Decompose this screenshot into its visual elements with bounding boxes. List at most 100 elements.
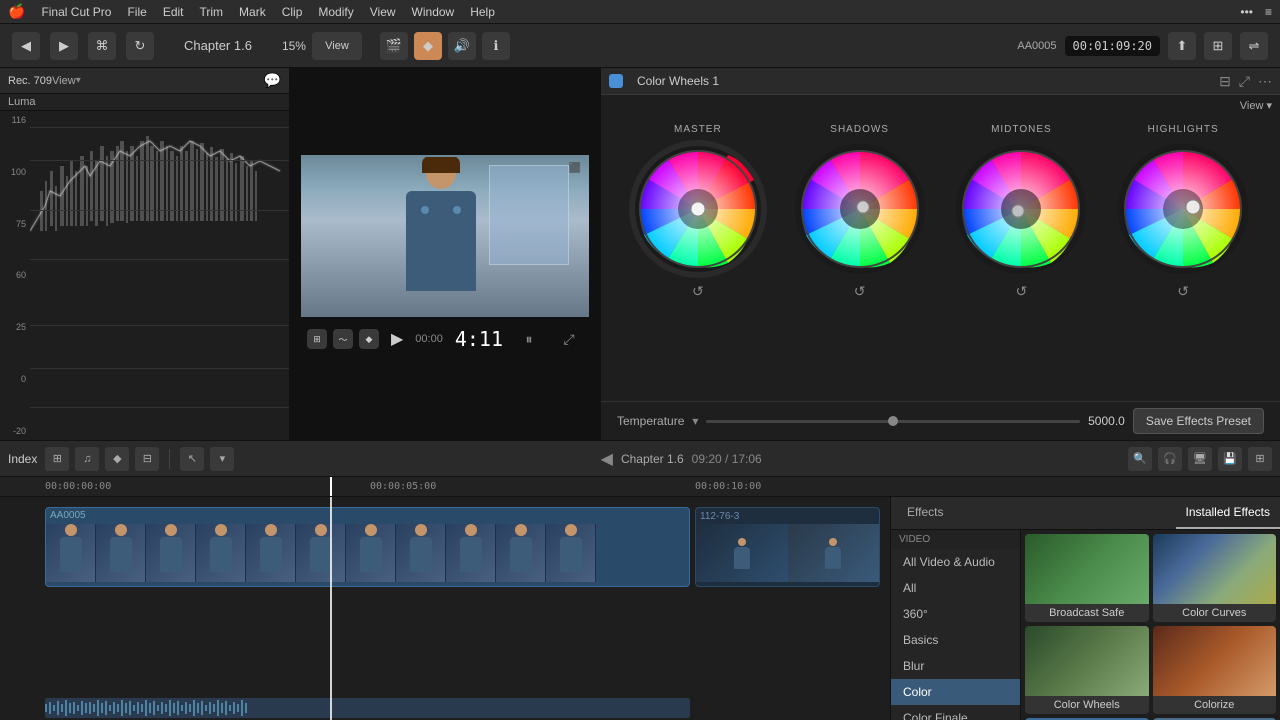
tl-monitor-btn[interactable]: 🖥 (1188, 447, 1212, 471)
sync-button[interactable]: ⇌ (1240, 32, 1268, 60)
tl-right-icons: 🔍 🎧 🖥 💾 ⊞ (1128, 447, 1272, 471)
effect-name-field[interactable] (631, 72, 1211, 90)
play-button[interactable]: ▶ (391, 329, 403, 349)
effect-color-wheels[interactable]: Color Wheels (1025, 626, 1149, 714)
menu-right-icons: ••• ≡ (1240, 5, 1272, 19)
menu-view[interactable]: View (370, 5, 396, 19)
effect-colorize[interactable]: Colorize (1153, 626, 1277, 714)
scale-val-116: 116 (4, 115, 26, 125)
clip-view-btn[interactable]: ⊞ (307, 329, 327, 349)
thumb-4 (196, 524, 246, 582)
refresh-button[interactable]: ↻ (126, 32, 154, 60)
menu-file[interactable]: File (127, 5, 146, 19)
shadows-reset-btn[interactable]: ↺ (854, 283, 866, 300)
film-icon[interactable]: 🎬 (380, 32, 408, 60)
master-color-wheel[interactable] (628, 139, 768, 279)
fullscreen-btn[interactable]: ⤢ (555, 325, 583, 353)
thumb-10 (496, 524, 546, 582)
installed-effects-tab[interactable]: Installed Effects (1176, 497, 1280, 529)
audio-icon[interactable]: 🔊 (448, 32, 476, 60)
highlights-reset-btn[interactable]: ↺ (1177, 283, 1189, 300)
preview-icons: ⬛ (569, 163, 581, 174)
panel-more-btn[interactable]: ⋯ (1258, 73, 1272, 90)
menu-finalcutpro[interactable]: Final Cut Pro (41, 5, 111, 19)
info-icon[interactable]: ℹ (482, 32, 510, 60)
menu-modify[interactable]: Modify (318, 5, 353, 19)
effect-enable-checkbox[interactable] (609, 74, 623, 88)
tl-group-btn[interactable]: ⊟ (135, 447, 159, 471)
ruler-time-1: 00:00:05:00 (370, 481, 436, 492)
tl-marker-btn[interactable]: ◆ (105, 447, 129, 471)
effects-item-allvideo[interactable]: All Video & Audio (891, 549, 1020, 575)
marker-btn[interactable]: ◆ (359, 329, 379, 349)
grid-button[interactable]: ⊞ (1204, 32, 1232, 60)
effect-broadcast-safe[interactable]: Broadcast Safe (1025, 534, 1149, 622)
menu-help[interactable]: Help (470, 5, 495, 19)
thumb-6 (296, 524, 346, 582)
effects-item-color-finale[interactable]: Color Finale (891, 705, 1020, 720)
effects-item-360[interactable]: 360° (891, 601, 1020, 627)
effect-broadcast-label: Broadcast Safe (1025, 604, 1149, 622)
scale-val-100: 100 (4, 167, 26, 177)
midtones-color-wheel[interactable] (951, 139, 1091, 279)
index-button[interactable]: Index (8, 452, 37, 466)
temperature-knob[interactable] (888, 416, 898, 426)
panel-minimize-btn[interactable]: ⊟ (1219, 73, 1231, 90)
waveform-btn[interactable]: 〜 (333, 329, 353, 349)
tl-audio-btn[interactable]: ♫ (75, 447, 99, 471)
highlights-color-wheel[interactable] (1113, 139, 1253, 279)
panel-expand-btn[interactable]: ⤢ (1239, 73, 1250, 90)
menu-dots[interactable]: ••• (1240, 5, 1253, 19)
wheels-container: MASTER (601, 116, 1280, 401)
temperature-value: 5000.0 (1088, 414, 1125, 428)
tl-clip-btn[interactable]: ⊞ (45, 447, 69, 471)
clip1-label: AA0005 (50, 510, 86, 521)
menu-clip[interactable]: Clip (282, 5, 303, 19)
tl-select-btn[interactable]: ↖ (180, 447, 204, 471)
color-icon[interactable]: ◆ (414, 32, 442, 60)
effects-item-color[interactable]: Color (891, 679, 1020, 705)
effects-item-basics[interactable]: Basics (891, 627, 1020, 653)
master-reset-btn[interactable]: ↺ (692, 283, 704, 300)
color-view-btn[interactable]: View ▾ (1240, 99, 1272, 112)
highlights-wheel-item: HIGHLIGHTS (1113, 124, 1253, 393)
effects-item-all[interactable]: All (891, 575, 1020, 601)
pause-btn[interactable]: ⏸ (515, 325, 543, 353)
waveform-display (30, 111, 289, 440)
temperature-slider[interactable] (706, 420, 1080, 423)
effects-item-blur[interactable]: Blur (891, 653, 1020, 679)
master-label: MASTER (674, 124, 722, 135)
highlights-label: HIGHLIGHTS (1148, 124, 1219, 135)
key-icon[interactable]: ⌘ (88, 32, 116, 60)
video-clip-1[interactable]: AA0005 (45, 507, 690, 587)
menu-list-icon[interactable]: ≡ (1265, 5, 1272, 19)
waveform-view-btn[interactable]: View (52, 75, 76, 87)
current-timecode: 4:11 (455, 327, 503, 351)
share-button[interactable]: ⬆ (1168, 32, 1196, 60)
scale-val-75: 75 (4, 219, 26, 229)
menu-mark[interactable]: Mark (239, 5, 266, 19)
view-dropdown[interactable]: View (312, 32, 362, 60)
effect-color-curves[interactable]: Color Curves (1153, 534, 1277, 622)
effects-tab[interactable]: Effects (891, 497, 959, 529)
menu-edit[interactable]: Edit (163, 5, 184, 19)
menu-window[interactable]: Window (412, 5, 455, 19)
tl-save-btn[interactable]: 💾 (1218, 447, 1242, 471)
apple-menu[interactable]: 🍎 (8, 3, 25, 20)
tl-split-btn[interactable]: ⊞ (1248, 447, 1272, 471)
waveform-chat-icon[interactable]: 💬 (264, 72, 281, 89)
forward-button[interactable]: ▶ (50, 32, 78, 60)
menu-trim[interactable]: Trim (200, 5, 224, 19)
midtones-reset-btn[interactable]: ↺ (1016, 283, 1028, 300)
back-button[interactable]: ◀ (12, 32, 40, 60)
shadows-color-wheel[interactable] (790, 139, 930, 279)
video-clip-2[interactable]: 112-76-3 (695, 507, 880, 587)
prev-chapter-btn[interactable]: ◀ (601, 449, 613, 469)
tl-select-arrow[interactable]: ▾ (210, 447, 234, 471)
save-preset-button[interactable]: Save Effects Preset (1133, 408, 1264, 434)
tl-headphones-btn[interactable]: 🎧 (1158, 447, 1182, 471)
temperature-bar: Temperature ▾ 5000.0 Save Effects Preset (601, 401, 1280, 440)
effects-sidebar: VIDEO All Video & Audio All 360° Basics … (891, 530, 1280, 720)
audio-wave-svg (45, 698, 690, 718)
tl-zoom-btn[interactable]: 🔍 (1128, 447, 1152, 471)
